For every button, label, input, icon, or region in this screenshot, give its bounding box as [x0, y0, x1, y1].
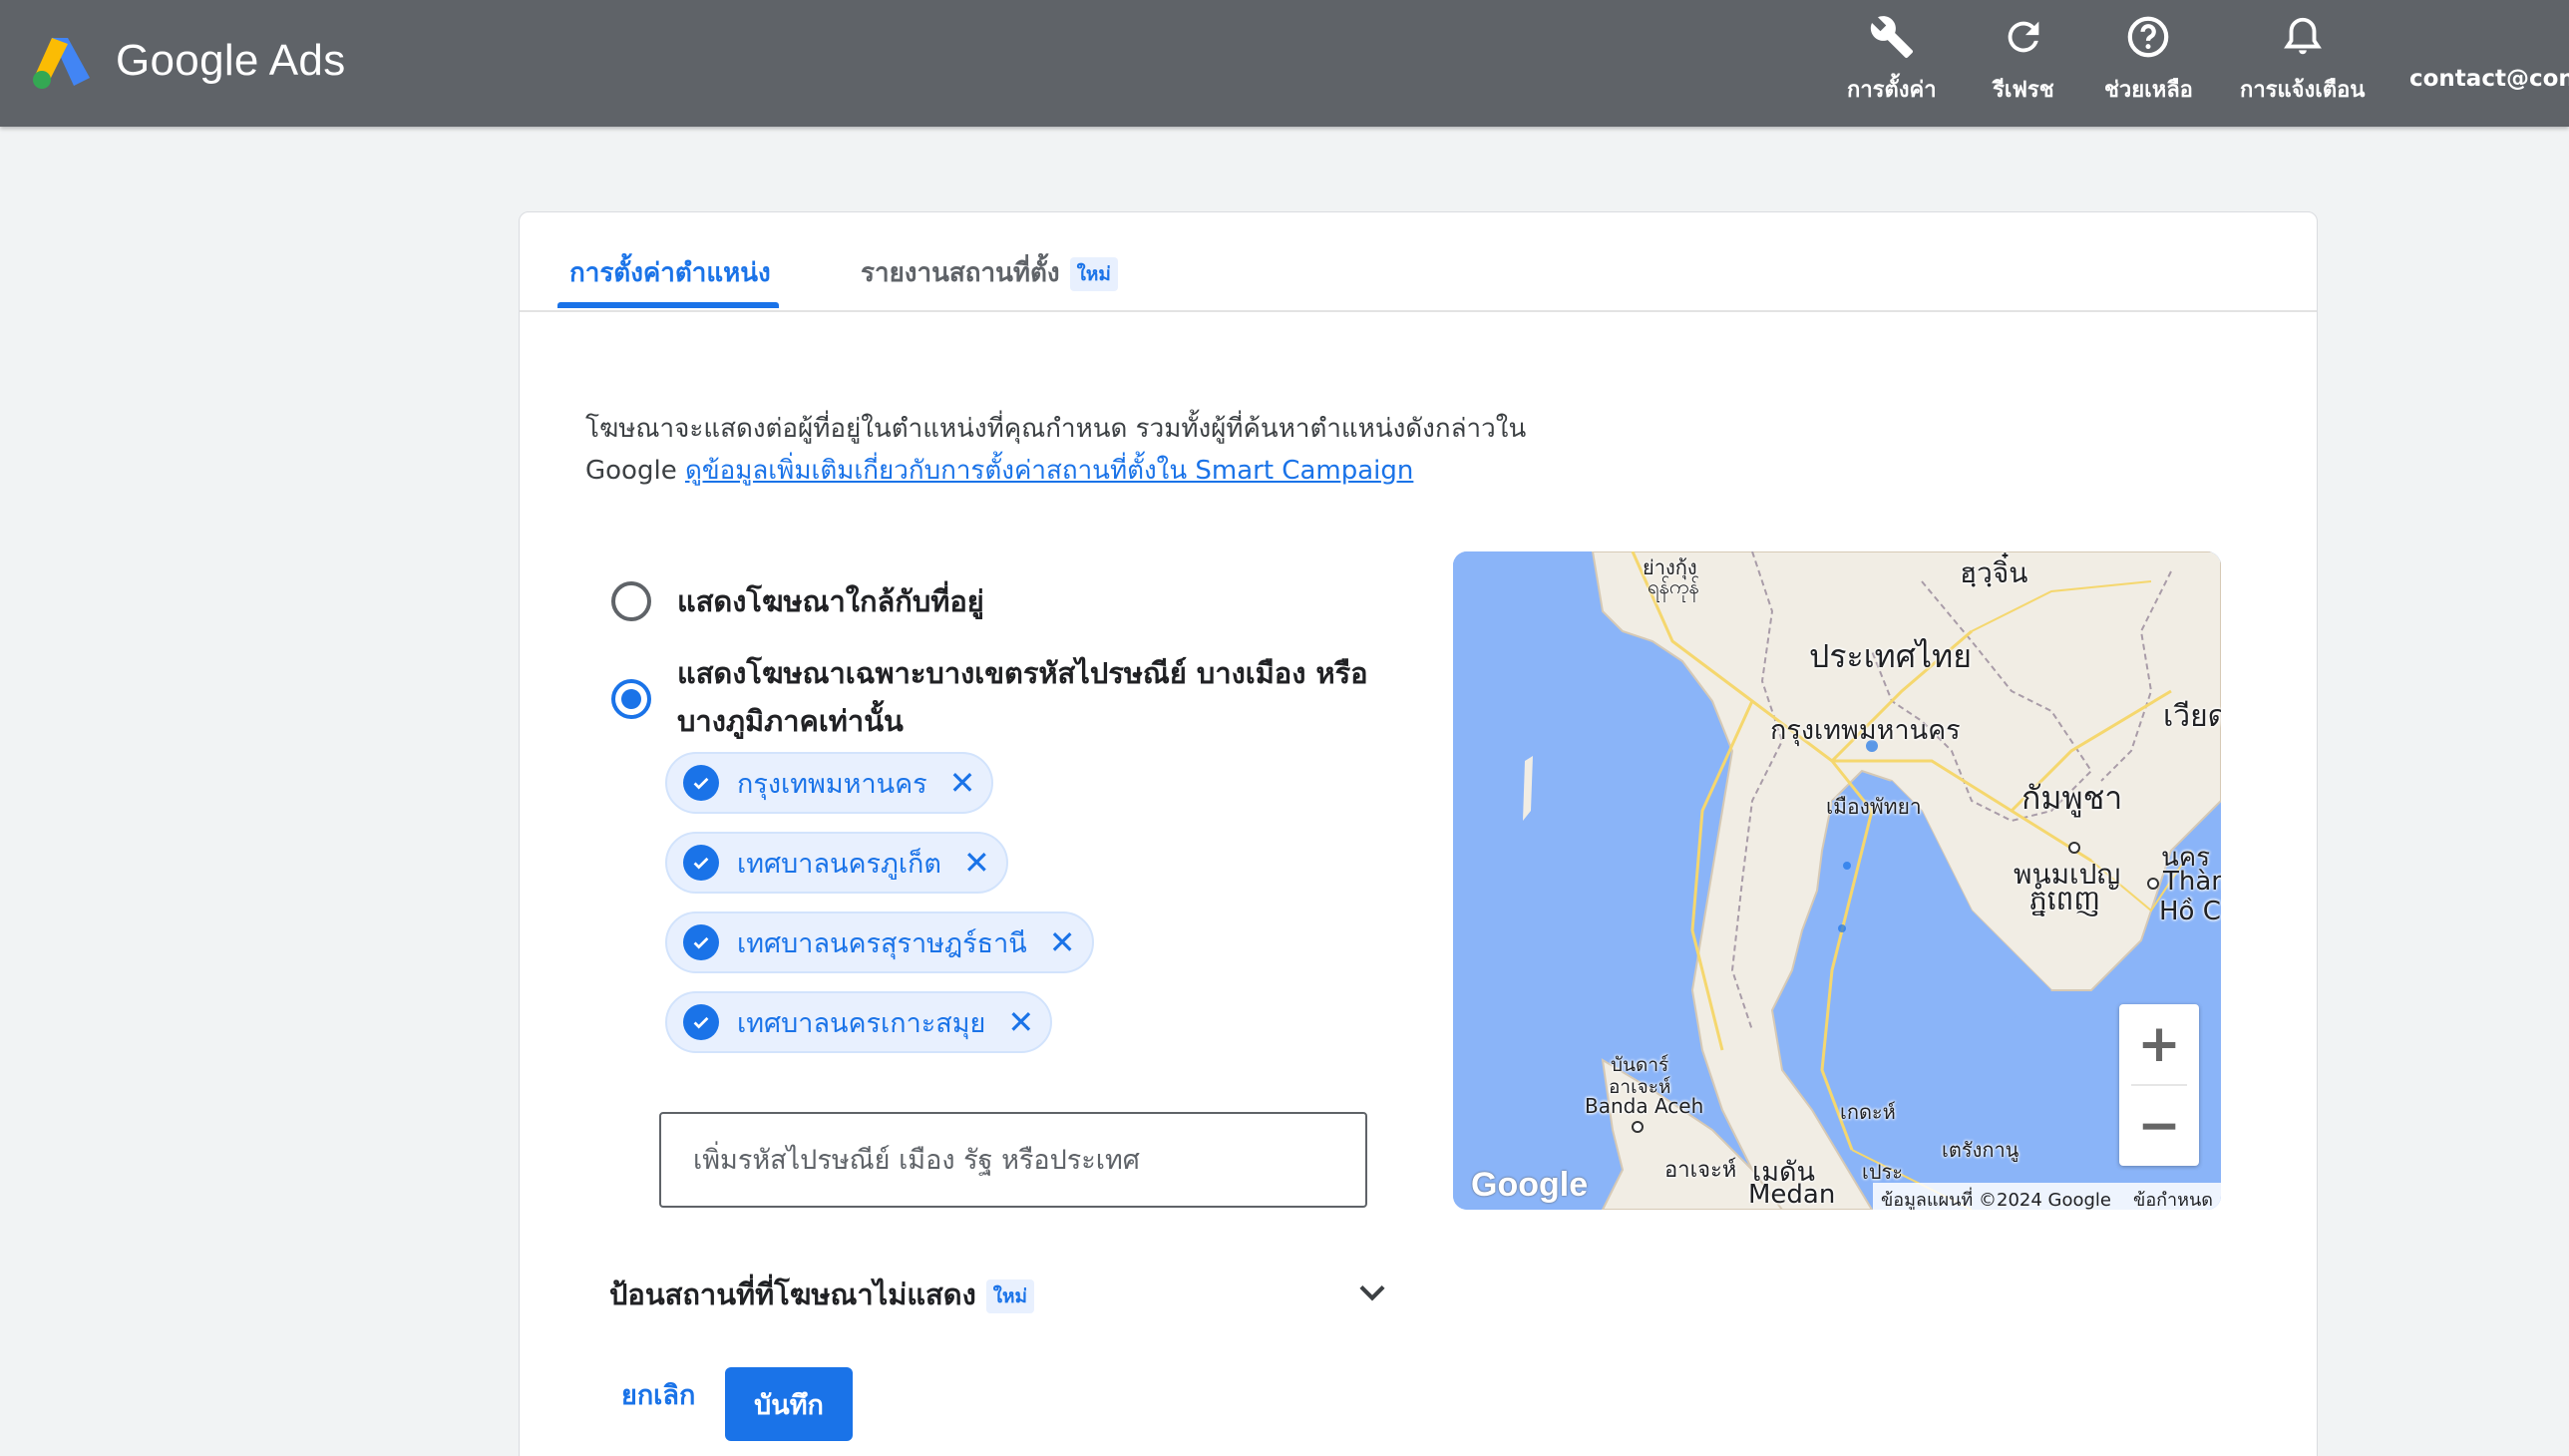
check-icon — [683, 1004, 719, 1040]
settings-button[interactable]: การตั้งค่า — [1847, 10, 1937, 110]
zoom-out-button[interactable]: − — [2119, 1086, 2199, 1166]
zoom-in-button[interactable]: + — [2119, 1004, 2199, 1084]
zoom-control: + − — [2119, 1004, 2199, 1166]
remove-icon[interactable]: ✕ — [949, 767, 976, 799]
option-specific-areas[interactable]: แสดงโฆษณาเฉพาะบางเขตรหัสไปรษณีย์ บางเมือ… — [611, 649, 1368, 745]
map-label: เวียด — [2163, 699, 2221, 734]
location-chip-label: เทศบาลนครภูเก็ต — [737, 848, 941, 880]
google-map-logo: Google — [1471, 1166, 1589, 1204]
help-icon — [2128, 16, 2169, 58]
location-chip: กรุงเทพมหานคร ✕ — [665, 752, 994, 814]
save-button[interactable]: บันทึก — [725, 1367, 853, 1441]
help-button[interactable]: ช่วยเหลือ — [2104, 10, 2193, 110]
brand-name: Google Ads — [116, 36, 346, 85]
settings-label: การตั้งค่า — [1847, 78, 1937, 103]
description-text: โฆษณาจะแสดงต่อผู้ที่อยู่ในตำแหน่งที่คุณก… — [585, 414, 1527, 444]
remove-icon[interactable]: ✕ — [963, 847, 990, 879]
remove-icon[interactable]: ✕ — [1007, 1006, 1034, 1038]
location-chip: เทศบาลนครสุราษฎร์ธานี ✕ — [665, 911, 1094, 973]
location-chip-label: เทศบาลนครสุราษฎร์ธานี — [737, 927, 1027, 959]
radio-near-address[interactable] — [611, 581, 651, 621]
location-chip-label: เทศบาลนครเกาะสมุย — [737, 1007, 986, 1039]
map-label: เมืองพัทยา — [1826, 795, 1922, 819]
exclude-locations-label: ป้อนสถานที่ที่โฆษณาไม่แสดง — [609, 1277, 976, 1311]
description: โฆษณาจะแสดงต่อผู้ที่อยู่ในตำแหน่งที่คุณก… — [585, 408, 1682, 492]
google-ads-logo-icon — [33, 38, 90, 89]
notifications-label: การแจ้งเตือน — [2240, 78, 2366, 103]
map-label: ประเทศไทย — [1809, 637, 1972, 675]
tab-location-report-label: รายงานสถานที่ตั้ง — [861, 258, 1060, 288]
wrench-icon — [1870, 16, 1913, 59]
option-specific-areas-line1: แสดงโฆษณาเฉพาะบางเขตรหัสไปรษณีย์ บางเมือ… — [677, 656, 1368, 690]
help-label: ช่วยเหลือ — [2104, 78, 2193, 103]
refresh-icon — [2008, 21, 2039, 53]
tab-location-report[interactable]: รายงานสถานที่ตั้ง ใหม่ — [861, 252, 1118, 293]
map-label: อาเจะห์ — [1664, 1158, 1737, 1183]
location-chip: เทศบาลนครภูเก็ต ✕ — [665, 832, 1008, 894]
location-chip: เทศบาลนครเกาะสมุย ✕ — [665, 991, 1053, 1053]
option-near-address[interactable]: แสดงโฆษณาใกล้กับที่อยู่ — [611, 577, 984, 625]
learn-more-link[interactable]: ดูข้อมูลเพิ่มเติมเกี่ยวกับการตั้งค่าสถาน… — [685, 456, 1413, 486]
check-icon — [683, 765, 719, 801]
tab-location-settings[interactable]: การตั้งค่าตำแหน่ง — [569, 252, 771, 293]
top-bar: Google Ads การตั้งค่า รีเฟรช ช่วยเหลือ ก… — [0, 0, 2569, 127]
radio-specific-areas[interactable] — [611, 679, 651, 719]
location-settings-card: การตั้งค่าตำแหน่ง รายงานสถานที่ตั้ง ใหม่ … — [519, 211, 2318, 1456]
bell-icon — [2283, 17, 2322, 55]
map-terms-link[interactable]: ข้อกำหนด — [2133, 1190, 2213, 1210]
remove-icon[interactable]: ✕ — [1049, 926, 1076, 958]
active-tab-indicator — [557, 302, 779, 308]
option-specific-areas-label: แสดงโฆษณาเฉพาะบางเขตรหัสไปรษณีย์ บางเมือ… — [677, 649, 1368, 745]
map-label: ရန်ကုန် — [1648, 574, 1699, 598]
check-icon — [683, 924, 719, 960]
refresh-button[interactable]: รีเฟรช — [1993, 10, 2054, 110]
exclude-locations-toggle[interactable]: ป้อนสถานที่ที่โฆษณาไม่แสดง ใหม่ — [609, 1272, 1035, 1317]
map-label: เตรังกานู — [1942, 1138, 2019, 1162]
map-label: Thàn — [2163, 867, 2221, 897]
location-chip-label: กรุงเทพมหานคร — [737, 768, 927, 800]
new-badge: ใหม่ — [985, 1279, 1035, 1313]
map-label: เกดะห์ — [1840, 1100, 1896, 1124]
location-map[interactable]: ย่างกุ้ง ရန်ကုန် ฮฺวฺจิ๋น ประเทศไทย กรุง… — [1453, 551, 2221, 1210]
map-attribution: ข้อมูลแผนที่ ©2024 Google ข้อกำหนด — [1872, 1183, 2221, 1210]
map-label: กรุงเทพมหานคร — [1770, 715, 1961, 746]
new-badge: ใหม่ — [1069, 256, 1118, 291]
notifications-button[interactable]: การแจ้งเตือน — [2240, 10, 2365, 110]
map-label: Medan — [1748, 1180, 1836, 1210]
map-label: Banda Aceh — [1585, 1094, 1704, 1118]
option-near-address-label: แสดงโฆษณาใกล้กับที่อยู่ — [677, 584, 984, 618]
map-data-credit: ข้อมูลแผนที่ ©2024 Google — [1880, 1190, 2112, 1210]
check-icon — [683, 845, 719, 881]
option-specific-areas-line2: บางภูมิภาคเท่านั้น — [677, 704, 904, 738]
map-label: กัมพูชา — [2021, 779, 2123, 817]
tab-bar: การตั้งค่าตำแหน่ง รายงานสถานที่ตั้ง ใหม่ — [520, 212, 2317, 312]
map-label: Hồ C — [2159, 897, 2221, 926]
account-email[interactable]: contact@conte — [2409, 66, 2569, 92]
location-search-input[interactable] — [659, 1112, 1367, 1208]
cancel-button[interactable]: ยกเลิก — [601, 1359, 715, 1430]
description-prefix: Google — [585, 456, 677, 486]
map-label: ភ្នំពេញ — [2029, 884, 2101, 916]
chevron-down-icon[interactable] — [1353, 1274, 1391, 1311]
refresh-label: รีเฟรช — [1993, 78, 2054, 103]
map-label: ฮฺวฺจิ๋น — [1960, 556, 2028, 589]
